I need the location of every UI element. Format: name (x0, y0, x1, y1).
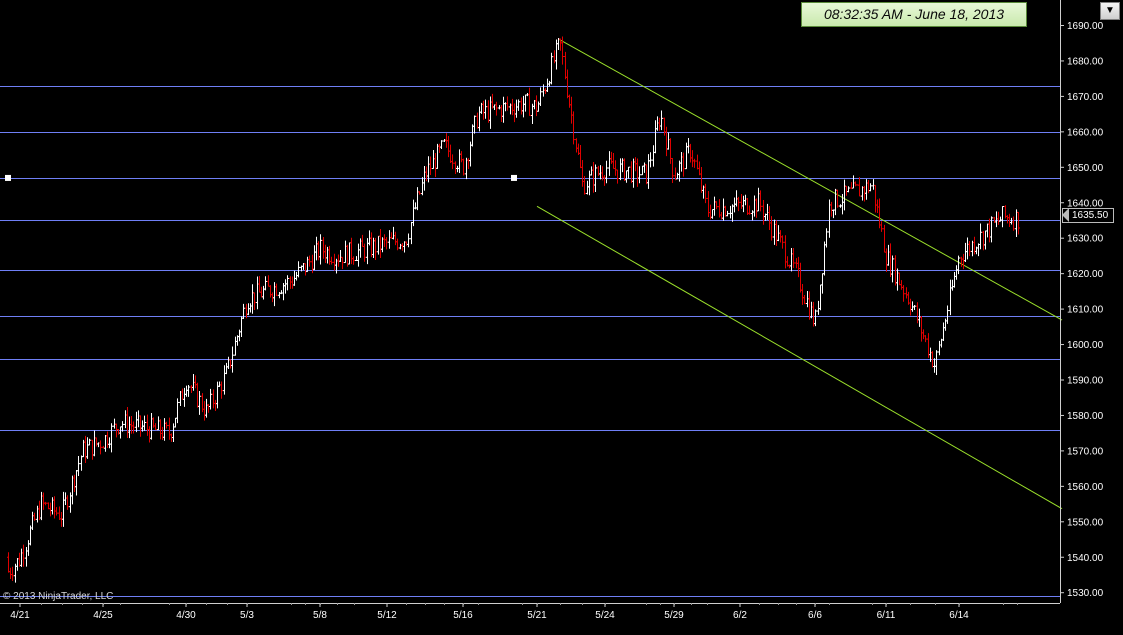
last-price-marker: 1635.50 (1062, 208, 1114, 223)
x-tick-label: 4/21 (10, 610, 30, 621)
y-tick-label: 1540.00 (1067, 553, 1104, 564)
y-tick-label: 1530.00 (1067, 588, 1104, 599)
chart-canvas[interactable]: 1530.00 1540.00 1550.00 1560.00 1570.00 1580.… (0, 0, 1123, 630)
x-tick-label: 6/14 (949, 610, 969, 621)
dropdown-button[interactable]: ▼ (1100, 2, 1120, 20)
x-tick-label: 6/2 (733, 610, 747, 621)
y-tick-label: 1680.00 (1067, 56, 1104, 67)
y-tick-label: 1660.00 (1067, 127, 1104, 138)
x-tick-label: 5/24 (595, 610, 615, 621)
y-tick-label: 1610.00 (1067, 305, 1104, 316)
price-chart[interactable]: 1530.00 1540.00 1550.00 1560.00 1570.00 1580.… (0, 0, 1123, 630)
channel-line-upper (559, 39, 1063, 321)
x-tick-label: 6/6 (808, 610, 822, 621)
copyright-text: © 2013 NinjaTrader, LLC (3, 591, 114, 602)
x-tick-label: 5/29 (664, 610, 684, 621)
chevron-down-icon: ▼ (1105, 5, 1115, 16)
x-tick-label: 4/30 (176, 610, 196, 621)
x-tick-label: 6/11 (877, 610, 896, 621)
line-handle[interactable] (5, 174, 11, 181)
channel-line-lower (536, 205, 1063, 510)
x-tick-label: 5/12 (377, 610, 397, 621)
y-tick-label: 1600.00 (1067, 340, 1104, 351)
x-tick-label: 5/3 (240, 610, 254, 621)
y-tick-label: 1670.00 (1067, 92, 1104, 103)
y-tick-label: 1570.00 (1067, 446, 1104, 457)
y-tick-label: 1630.00 (1067, 234, 1104, 245)
y-tick-label: 1560.00 (1067, 482, 1104, 493)
x-tick-label: 5/8 (313, 610, 327, 621)
y-tick-label: 1590.00 (1067, 376, 1104, 387)
x-tick-label: 5/21 (527, 610, 547, 621)
y-tick-label: 1690.00 (1067, 21, 1104, 32)
timestamp-label: 08:32:35 AM - June 18, 2013 (801, 2, 1027, 27)
y-tick-label: 1580.00 (1067, 411, 1104, 422)
x-tick-label: 4/25 (93, 610, 113, 621)
y-tick-label: 1550.00 (1067, 517, 1104, 528)
x-tick-label: 5/16 (453, 610, 473, 621)
y-tick-label: 1620.00 (1067, 269, 1104, 280)
y-tick-label: 1650.00 (1067, 163, 1104, 174)
line-handle[interactable] (511, 174, 517, 181)
